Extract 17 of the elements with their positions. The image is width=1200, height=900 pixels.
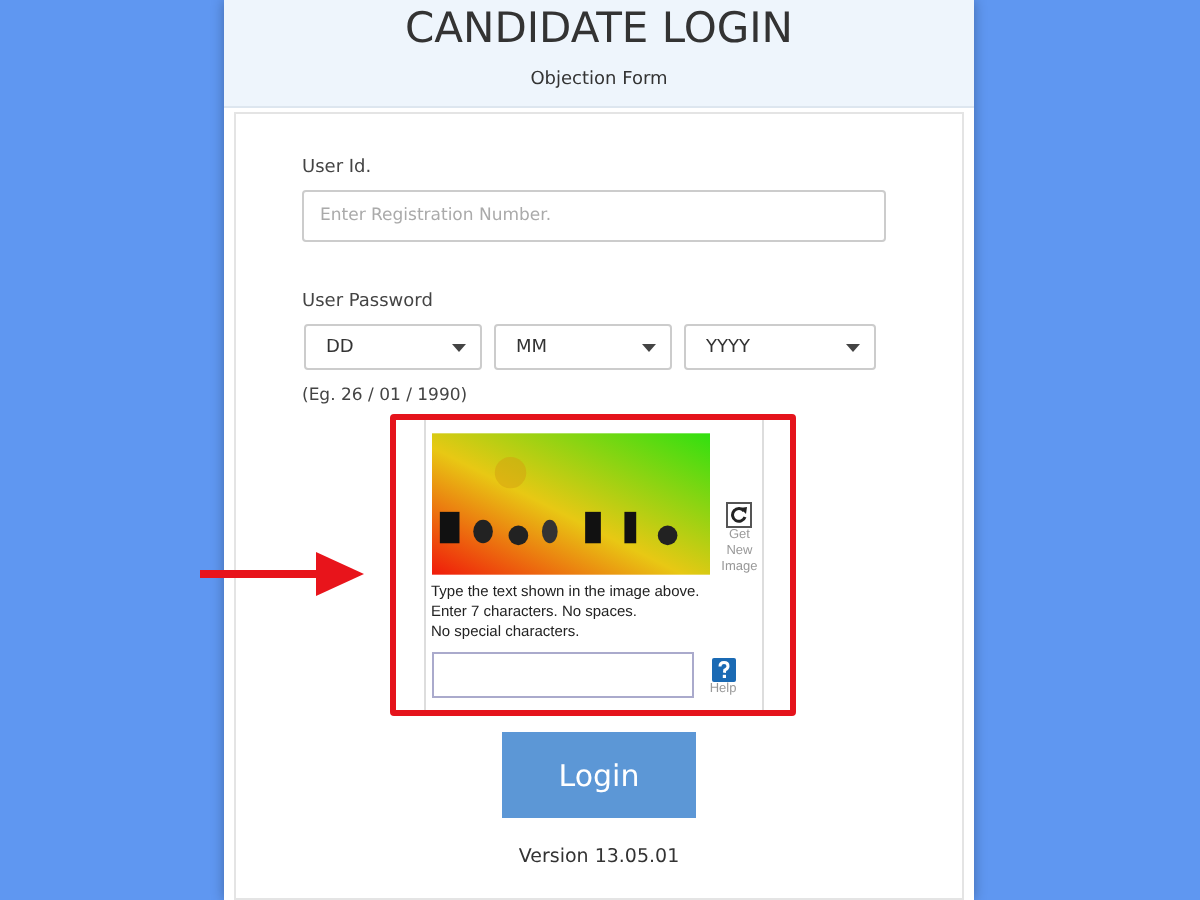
arrow-icon bbox=[200, 552, 364, 596]
date-hint: (Eg. 26 / 01 / 1990) bbox=[302, 386, 470, 406]
date-dropdown[interactable]: DD bbox=[304, 324, 482, 370]
date-dropdown[interactable]: MM bbox=[494, 324, 672, 370]
caret-icon bbox=[846, 343, 860, 351]
refresh-icon[interactable] bbox=[726, 502, 753, 528]
user-id-field[interactable]: Enter Registration Number. bbox=[302, 190, 886, 242]
page-subtitle: Objection Form bbox=[530, 70, 668, 90]
page-title: CANDIDATE LOGIN bbox=[404, 2, 794, 54]
captcha-field[interactable] bbox=[431, 652, 693, 698]
help-icon[interactable] bbox=[711, 658, 735, 682]
date-dropdown[interactable]: YYYY bbox=[684, 324, 876, 370]
caret-icon bbox=[452, 343, 466, 351]
version-text: Version 13.05.01 bbox=[518, 846, 680, 868]
user-id-label: User Id. bbox=[302, 158, 374, 178]
caret-icon bbox=[642, 343, 656, 351]
password-label: User Password bbox=[302, 292, 435, 312]
